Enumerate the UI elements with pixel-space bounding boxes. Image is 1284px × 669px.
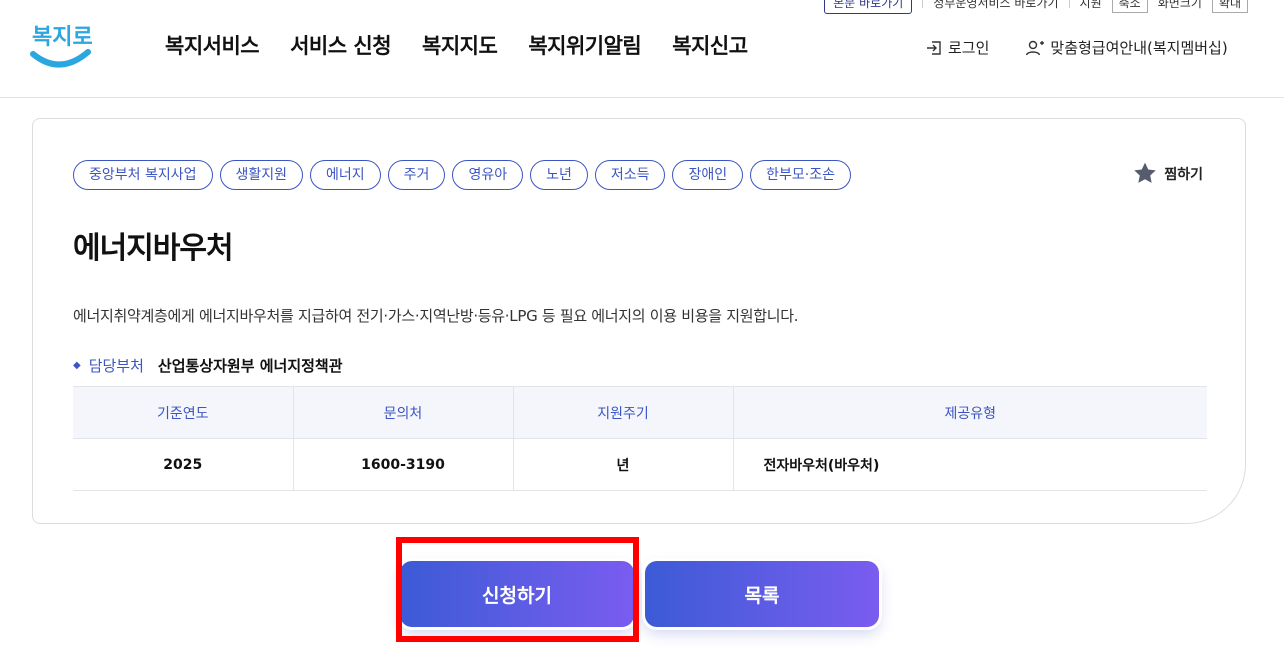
header-right: 로그인 맞춤형급여안내(복지멤버십) <box>925 37 1228 58</box>
column-header: 제공유형 <box>733 386 1207 439</box>
divider <box>922 0 924 8</box>
membership-label: 맞춤형급여안내(복지멤버십) <box>1050 39 1228 57</box>
table-row: 2025 1600-3190 년 전자바우처(바우처) <box>73 438 1207 491</box>
nav-welfare-map[interactable]: 복지지도 <box>422 30 498 60</box>
column-header: 문의처 <box>293 386 514 439</box>
tag-energy[interactable]: 에너지 <box>310 160 381 190</box>
tag-disabled[interactable]: 장애인 <box>672 160 744 190</box>
tag-central-ministry[interactable]: 중앙부처 복지사업 <box>73 160 213 190</box>
service-info-table: 기준연도 문의처 지원주기 제공유형 2025 1600-3190 년 전자바우… <box>73 386 1207 491</box>
nav-service-application[interactable]: 서비스 신청 <box>290 30 391 60</box>
zoom-label: 화면크기 <box>1157 0 1202 10</box>
bokjiro-logo[interactable]: 복지로 <box>30 16 93 70</box>
utility-bar: 본문 바로가기 정부운영서비스 바로가기 지원 축소 화면크기 확대 <box>824 0 1248 14</box>
column-header: 지원주기 <box>513 386 734 439</box>
zoom-in-button[interactable]: 확대 <box>1211 0 1248 13</box>
table-cell-contact: 1600-3190 <box>293 438 514 491</box>
skip-link[interactable]: 본문 바로가기 <box>824 0 913 14</box>
divider <box>1068 0 1070 8</box>
tag-elderly[interactable]: 노년 <box>530 160 588 190</box>
apply-button[interactable]: 신청하기 <box>400 561 634 627</box>
login-icon <box>927 40 941 55</box>
service-description: 에너지취약계층에게 에너지바우처를 지급하여 전기·가스·지역난방·등유·LPG… <box>73 307 799 325</box>
favorite-button[interactable]: 찜하기 <box>1132 161 1203 186</box>
tag-living-support[interactable]: 생활지원 <box>219 160 304 190</box>
table-cell-year: 2025 <box>73 438 294 491</box>
table-header-row: 기준연도 문의처 지원주기 제공유형 <box>73 386 1207 439</box>
language-select[interactable]: 지원 <box>1080 0 1102 11</box>
tag-low-income[interactable]: 저소득 <box>594 160 666 190</box>
department-label: 담당부처 <box>88 357 144 375</box>
login-link[interactable]: 로그인 <box>925 37 989 58</box>
tag-infants[interactable]: 영유아 <box>452 160 524 190</box>
nav-welfare-report[interactable]: 복지신고 <box>672 30 748 60</box>
svg-text:복지로: 복지로 <box>32 25 92 50</box>
nav-welfare-crisis-alert[interactable]: 복지위기알림 <box>528 30 641 60</box>
site-header: 본문 바로가기 정부운영서비스 바로가기 지원 축소 화면크기 확대 복지로 복… <box>0 0 1284 98</box>
service-title: 에너지바우처 <box>73 231 234 266</box>
bullet-diamond-icon: ◆ <box>73 360 81 371</box>
star-icon <box>1134 162 1157 183</box>
table-cell-type: 전자바우처(바우처) <box>733 438 1207 491</box>
favorite-label: 찜하기 <box>1164 166 1203 183</box>
department-info: ◆ 담당부처 산업통상자원부 에너지정책관 <box>73 355 343 376</box>
table-cell-cycle: 년 <box>513 438 734 491</box>
user-plus-icon <box>1026 40 1045 55</box>
nav-welfare-services[interactable]: 복지서비스 <box>165 30 260 60</box>
gov-services-link[interactable]: 정부운영서비스 바로가기 <box>933 0 1058 11</box>
zoom-out-button[interactable]: 축소 <box>1111 0 1148 13</box>
membership-link[interactable]: 맞춤형급여안내(복지멤버십) <box>1025 37 1228 58</box>
category-tags: 중앙부처 복지사업 생활지원 에너지 주거 영유아 노년 저소득 장애인 한부모… <box>73 160 851 190</box>
list-button[interactable]: 목록 <box>645 561 879 627</box>
tag-single-parent[interactable]: 한부모·조손 <box>750 160 851 190</box>
main-navigation: 복지서비스 서비스 신청 복지지도 복지위기알림 복지신고 <box>165 30 748 60</box>
login-label: 로그인 <box>948 39 990 57</box>
tag-housing[interactable]: 주거 <box>387 160 446 190</box>
department-value: 산업통상자원부 에너지정책관 <box>157 357 343 375</box>
column-header: 기준연도 <box>73 386 294 439</box>
service-detail-card: 중앙부처 복지사업 생활지원 에너지 주거 영유아 노년 저소득 장애인 한부모… <box>32 118 1246 524</box>
